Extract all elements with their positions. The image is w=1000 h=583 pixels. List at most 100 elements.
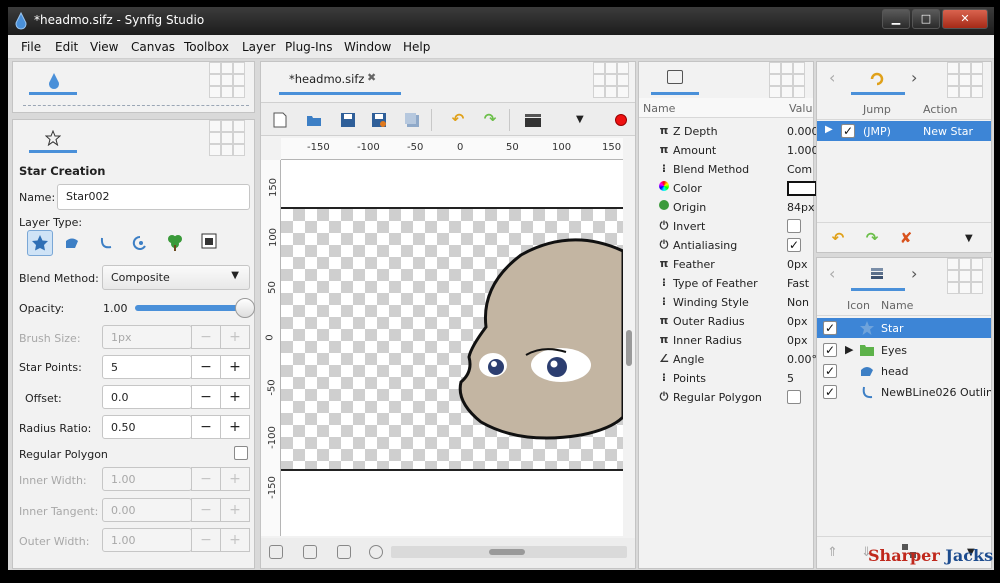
radius-ratio-increase-button[interactable]: + [220, 415, 250, 439]
save-icon[interactable] [340, 112, 356, 128]
raise-layer-icon[interactable]: ⇑ [827, 545, 838, 560]
zoom-fit-icon[interactable] [337, 545, 351, 559]
param-value[interactable]: Com [787, 163, 812, 176]
panel-grip-icon[interactable] [209, 62, 245, 98]
panel-grip-icon[interactable] [947, 258, 983, 294]
outline-layer-icon[interactable] [97, 234, 115, 252]
layer-name[interactable]: Eyes [881, 344, 907, 357]
param-value[interactable]: 0px [787, 334, 808, 347]
history-col-jump[interactable]: Jump [863, 103, 891, 116]
antialiasing-checkbox[interactable] [787, 238, 801, 252]
regular-polygon-param-checkbox[interactable] [787, 390, 801, 404]
open-file-icon[interactable] [306, 112, 322, 128]
menu-canvas[interactable]: Canvas [131, 40, 175, 54]
layer-name[interactable]: NewBLine026 Outline [881, 386, 991, 399]
layer-row-eyes[interactable]: ▶ Eyes [817, 340, 991, 360]
param-row-outer-radius[interactable]: π Outer Radius 0px [639, 312, 815, 331]
star-points-increase-button[interactable]: + [220, 355, 250, 379]
param-value[interactable]: Fast [787, 277, 809, 290]
radius-ratio-input[interactable]: 0.50 [102, 415, 192, 439]
history-redo-icon[interactable]: ↷ [861, 227, 883, 249]
scrollbar-thumb[interactable] [489, 549, 525, 555]
canvas-tab-title[interactable]: *headmo.sifz [289, 72, 364, 86]
canvas-horizontal-scrollbar[interactable] [391, 546, 627, 558]
menu-window[interactable]: Window [344, 40, 391, 54]
layer-name[interactable]: head [881, 365, 908, 378]
layer-row-star[interactable]: Star [817, 318, 991, 338]
canvas-viewport[interactable] [281, 160, 623, 536]
history-col-action[interactable]: Action [923, 103, 957, 116]
zoom-out-icon[interactable] [269, 545, 283, 559]
params-col-name[interactable]: Name [643, 102, 675, 115]
menu-plugins[interactable]: Plug-Ins [285, 40, 333, 54]
canvas-vertical-scrollbar[interactable] [625, 160, 633, 536]
menu-edit[interactable]: Edit [55, 40, 78, 54]
inner-tangent-input[interactable]: 0.00 [102, 498, 192, 522]
plant-layer-icon[interactable] [165, 232, 185, 252]
outer-width-increase-button[interactable]: + [220, 528, 250, 552]
inner-tangent-decrease-button[interactable]: − [191, 498, 221, 522]
panel-grip-icon[interactable] [593, 62, 629, 98]
params-tab-icon[interactable] [667, 70, 683, 84]
row-expand-arrow-icon[interactable]: ▶ [825, 124, 833, 135]
param-value[interactable]: 0.000 [787, 125, 819, 138]
layer-visibility-checkbox[interactable] [823, 364, 837, 378]
undo-icon[interactable]: ↶ [447, 108, 469, 130]
region-layer-icon[interactable] [63, 234, 81, 252]
offset-decrease-button[interactable]: − [191, 385, 221, 409]
layer-name[interactable]: Star [881, 322, 904, 335]
star-points-input[interactable]: 5 [102, 355, 192, 379]
param-row-type-of-feather[interactable]: ⁝ Type of Feather Fast [639, 274, 815, 293]
panel-grip-icon[interactable] [209, 120, 245, 156]
scrollbar-thumb[interactable] [626, 330, 632, 366]
param-row-blend-method[interactable]: ⁝ Blend Method Com [639, 160, 815, 179]
maximize-button[interactable]: □ [912, 9, 940, 29]
param-row-angle[interactable]: ∠ Angle 0.00° [639, 350, 817, 369]
radius-ratio-decrease-button[interactable]: − [191, 415, 221, 439]
close-button[interactable]: ✕ [942, 9, 988, 29]
layer-visibility-checkbox[interactable] [823, 385, 837, 399]
color-swatch[interactable] [787, 181, 817, 196]
group-expand-arrow-icon[interactable]: ▶ [845, 343, 853, 356]
toolbar-dropdown-arrow-icon[interactable]: ▼ [576, 114, 584, 125]
redo-icon[interactable]: ↷ [479, 108, 501, 130]
param-value[interactable]: Non [787, 296, 809, 309]
toolbox-tab-icon[interactable] [47, 72, 61, 90]
param-row-regular-polygon[interactable]: ⏻ Regular Polygon [639, 388, 815, 407]
canvas-tab-close-button[interactable]: ✖ [367, 71, 376, 84]
param-row-feather[interactable]: π Feather 0px [639, 255, 815, 274]
history-menu-arrow-icon[interactable]: ▼ [965, 233, 973, 244]
new-file-icon[interactable] [272, 112, 288, 128]
regular-polygon-checkbox[interactable] [234, 446, 248, 460]
param-row-origin[interactable]: Origin 84px [639, 198, 815, 217]
brush-size-increase-button[interactable]: + [220, 325, 250, 349]
menu-help[interactable]: Help [403, 40, 430, 54]
invert-checkbox[interactable] [787, 219, 801, 233]
layers-tab-icon[interactable] [869, 267, 885, 281]
param-value[interactable]: 1.000 [787, 144, 819, 157]
history-jump[interactable]: (JMP) [863, 125, 891, 138]
params-col-value[interactable]: Valu [789, 102, 812, 115]
opacity-slider[interactable] [135, 298, 255, 318]
clear-history-icon[interactable]: ✘ [895, 227, 917, 249]
save-as-icon[interactable] [371, 112, 387, 128]
star-points-decrease-button[interactable]: − [191, 355, 221, 379]
star-tab-icon[interactable] [45, 130, 61, 146]
history-row[interactable]: ▶ (JMP) New Star [817, 121, 991, 141]
refresh-icon[interactable] [369, 545, 383, 559]
render-clapper-icon[interactable] [524, 112, 542, 128]
history-undo-icon[interactable]: ↶ [827, 227, 849, 249]
menu-layer[interactable]: Layer [242, 40, 275, 54]
layer-row-outline[interactable]: NewBLine026 Outline [817, 382, 991, 402]
layer-visibility-checkbox[interactable] [823, 321, 837, 335]
layers-prev-arrow-icon[interactable]: ‹ [829, 264, 835, 283]
layers-col-icon[interactable]: Icon [847, 299, 870, 312]
param-row-points[interactable]: ⁝ Points 5 [639, 369, 815, 388]
param-value[interactable]: 84px [787, 201, 815, 214]
inner-width-increase-button[interactable]: + [220, 467, 250, 491]
param-row-winding-style[interactable]: ⁝ Winding Style Non [639, 293, 815, 312]
minimize-button[interactable]: ▁ [882, 9, 910, 29]
inner-width-input[interactable]: 1.00 [102, 467, 192, 491]
layers-next-arrow-icon[interactable]: › [911, 264, 917, 283]
offset-input[interactable]: 0.0 [102, 385, 192, 409]
